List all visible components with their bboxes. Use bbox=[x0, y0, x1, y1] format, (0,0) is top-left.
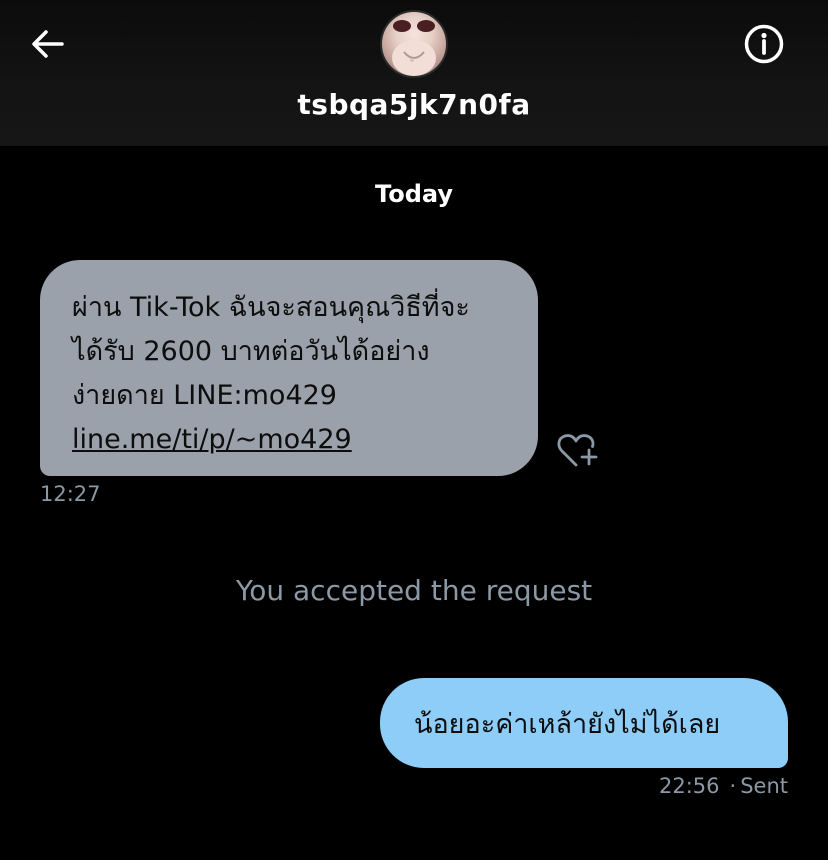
heart-plus-icon bbox=[555, 430, 599, 474]
incoming-message-bubble[interactable]: ผ่าน Tik-Tok ฉันจะสอนคุณวิธีที่จะ ได้รับ… bbox=[40, 260, 538, 476]
message-text: น้อยอะค่าเหล้ายังไม่ได้เลย bbox=[414, 708, 721, 740]
add-reaction-button[interactable] bbox=[554, 432, 600, 472]
status-separator: · bbox=[729, 774, 737, 798]
message-link[interactable]: line.me/ti/p/~mo429 bbox=[72, 418, 508, 462]
request-accepted-note: You accepted the request bbox=[235, 574, 593, 607]
date-separator: Today bbox=[375, 180, 453, 208]
outgoing-message-status: 22:56 · Sent bbox=[659, 774, 788, 798]
sent-status: Sent bbox=[740, 774, 788, 798]
avatar[interactable] bbox=[380, 10, 448, 78]
avatar-image bbox=[392, 20, 436, 76]
outgoing-message-time: 22:56 bbox=[658, 774, 720, 798]
message-text-line: ง่ายดาย LINE:mo429 bbox=[72, 380, 337, 411]
message-text-line: ได้รับ 2600 บาทต่อวันได้อย่าง bbox=[72, 336, 430, 367]
info-button[interactable] bbox=[740, 22, 788, 70]
info-circle-icon bbox=[742, 22, 786, 70]
outgoing-message-bubble[interactable]: น้อยอะค่าเหล้ายังไม่ได้เลย bbox=[380, 678, 788, 768]
arrow-left-icon bbox=[28, 24, 68, 68]
conversation-username[interactable]: tsbqa5jk7n0fa bbox=[0, 88, 828, 121]
incoming-message-time: 12:27 bbox=[40, 482, 101, 506]
conversation-header: tsbqa5jk7n0fa bbox=[0, 0, 828, 146]
back-button[interactable] bbox=[26, 24, 70, 68]
message-text-line: ผ่าน Tik-Tok ฉันจะสอนคุณวิธีที่จะ bbox=[72, 292, 470, 323]
